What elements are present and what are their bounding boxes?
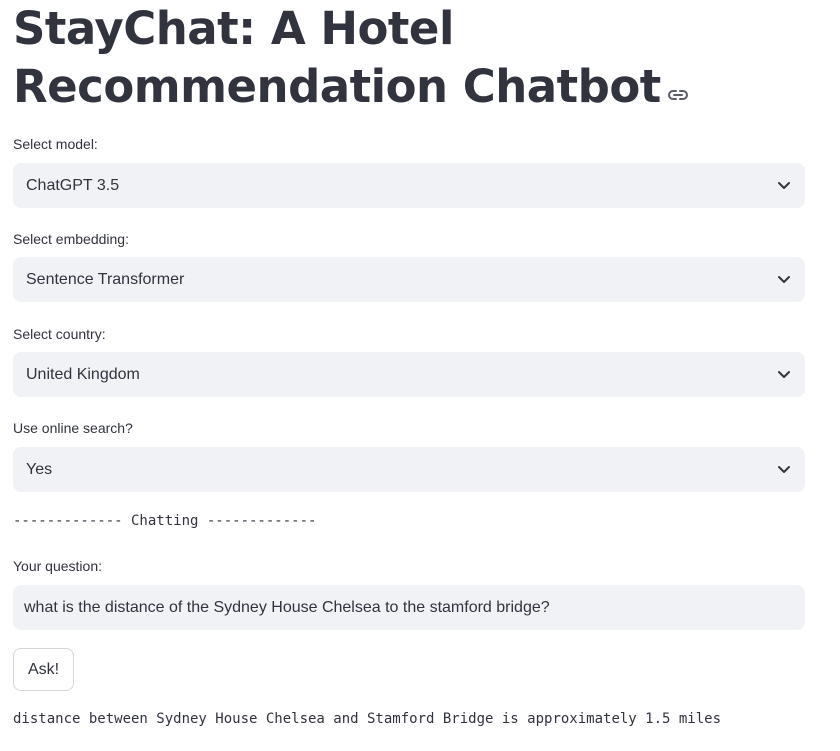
embedding-select-value: Sentence Transformer	[26, 270, 185, 288]
online-search-select-value: Yes	[26, 460, 53, 478]
online-search-select[interactable]: Yes	[13, 447, 805, 492]
country-select-value: United Kingdom	[26, 365, 140, 383]
chevron-down-icon	[776, 272, 792, 288]
question-input[interactable]	[13, 585, 805, 630]
answer-text: distance between Sydney House Chelsea an…	[13, 711, 722, 727]
embedding-select[interactable]: Sentence Transformer	[13, 257, 805, 302]
model-label: Select model:	[13, 136, 98, 152]
country-label: Select country:	[13, 326, 106, 342]
link-icon[interactable]	[667, 58, 689, 116]
page-title: StayChat: A Hotel Recommendation Chatbot	[13, 0, 813, 116]
embedding-label: Select embedding:	[13, 231, 129, 247]
online-search-label: Use online search?	[13, 420, 133, 436]
ask-button[interactable]: Ask!	[13, 648, 74, 691]
model-select[interactable]: ChatGPT 3.5	[13, 163, 805, 208]
page-title-text: StayChat: A Hotel Recommendation Chatbot	[13, 2, 661, 113]
chatting-divider: ------------- Chatting -------------	[13, 513, 317, 529]
question-label: Your question:	[13, 558, 102, 574]
chevron-down-icon	[776, 178, 792, 194]
country-select[interactable]: United Kingdom	[13, 352, 805, 397]
chevron-down-icon	[776, 367, 792, 383]
chevron-down-icon	[776, 462, 792, 478]
model-select-value: ChatGPT 3.5	[26, 176, 120, 194]
